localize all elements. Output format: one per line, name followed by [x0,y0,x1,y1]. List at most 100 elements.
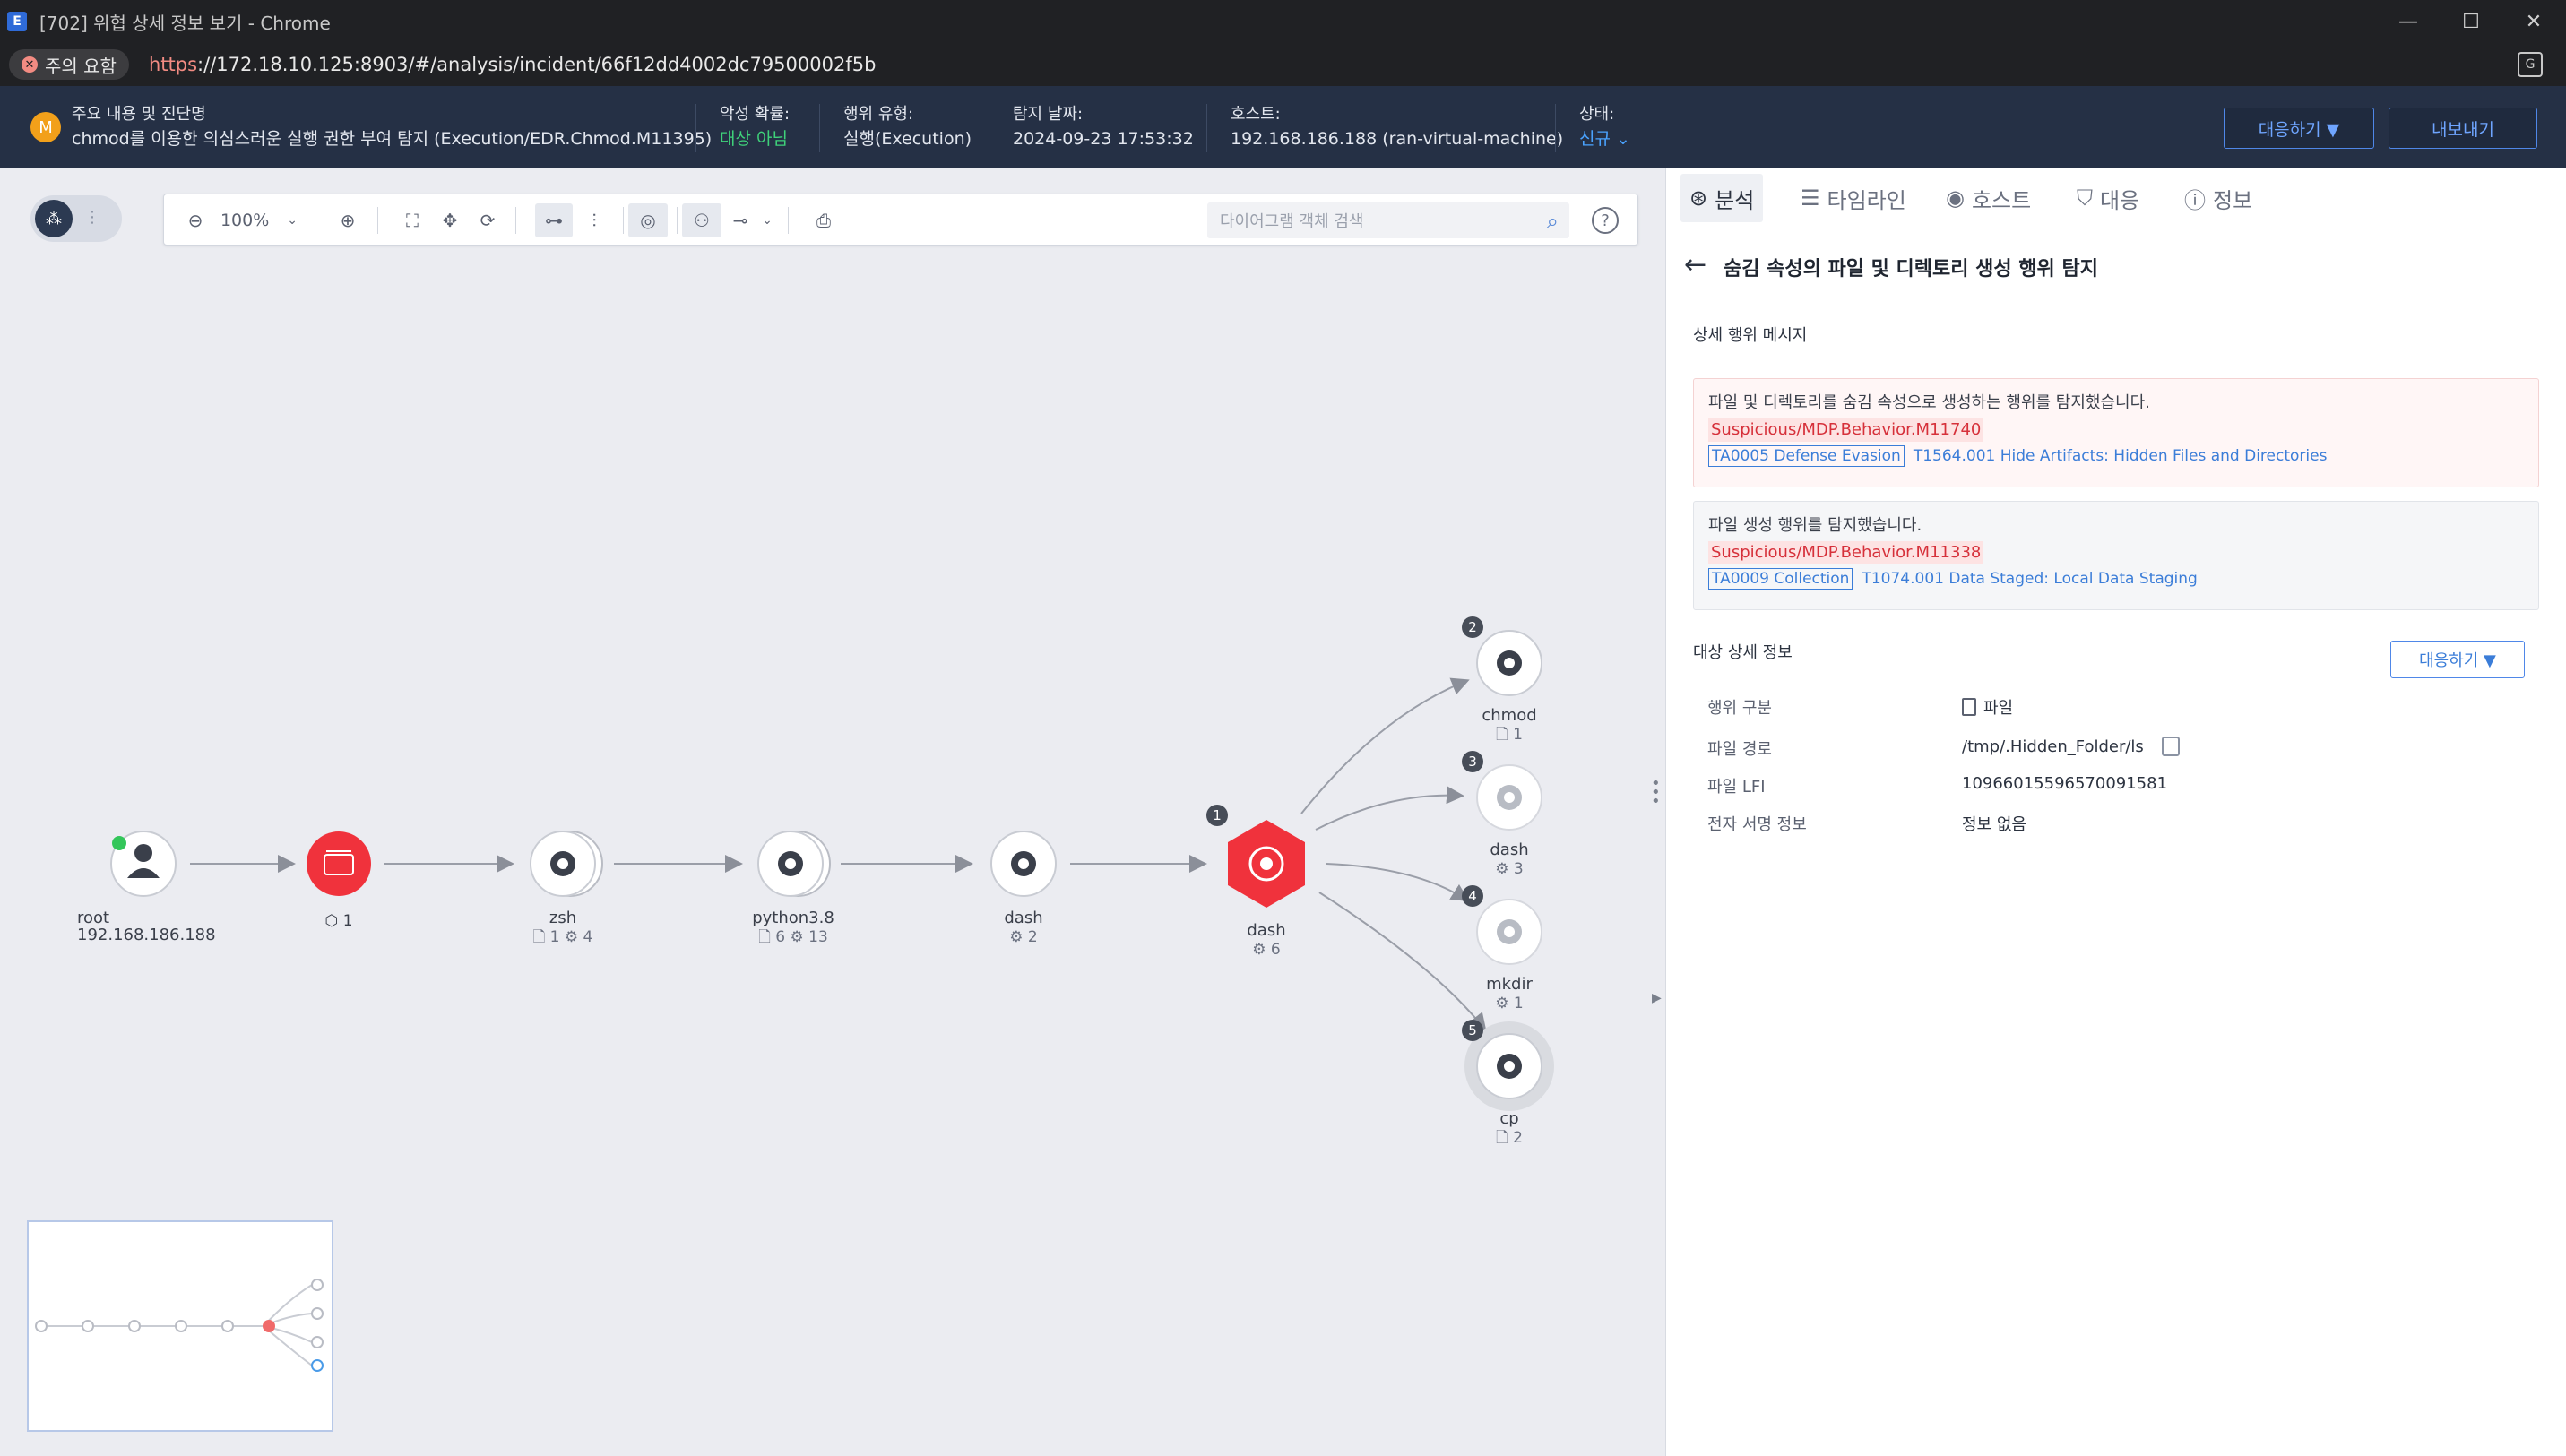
toolbar-divider [788,207,789,234]
tab-label: 대응 [2100,187,2140,213]
node-order-badge: 4 [1462,885,1483,907]
mitre-technique-link[interactable]: T1564.001 Hide Artifacts: Hidden Files a… [1914,447,2328,465]
node-sub: 🗋 6 ⚙ 13 [758,928,828,946]
group-icon[interactable]: ⚇ [682,203,721,237]
node-label: dash [1247,921,1286,940]
capture-icon[interactable]: ⎙ [808,203,840,237]
export-button[interactable]: 내보내기 [2389,108,2537,149]
title-bar: E [702] 위협 상세 정보 보기 - Chrome — ☐ ✕ [0,0,2566,43]
respond-button[interactable]: 대응하기 ▼ [2224,108,2374,149]
vertical-layout-icon[interactable]: ⫶ [576,203,612,237]
tab-timeline[interactable]: ☰ 타임라인 [1792,174,1915,222]
chevron-down-icon[interactable]: ⌄ [757,203,777,237]
node-sub: ⚙ 6 [1252,941,1281,959]
analysis-icon: ⊛ [1689,185,1708,211]
search-icon[interactable]: ⌕ [1547,209,1559,234]
header-divider [819,104,820,152]
messages-section-title: 상세 행위 메시지 [1693,326,1808,345]
node-dash-3 [1476,764,1542,831]
close-icon[interactable]: ✕ [2502,0,2565,43]
tab-label: 정보 [2213,187,2253,213]
message-text: 파일 생성 행위를 탐지했습니다. [1708,516,1922,535]
file-icon [1962,698,1976,716]
behavior-value: 실행(Execution) [843,129,972,149]
diagnosis-value: chmod를 이용한 의심스러운 실행 권한 부여 탐지 (Execution/… [72,129,713,149]
view-toggle[interactable]: ⁂ ⋮ [30,195,122,242]
security-warning-chip[interactable]: ✕ 주의 요함 [9,49,129,80]
panel-resize-handle[interactable]: • • • [1651,776,1661,810]
detail-value: 파일 [1962,695,2013,719]
detail-label: 파일 LFI [1707,778,1766,797]
search-placeholder: 다이어그램 객체 검색 [1220,212,1364,231]
mitre-tactic-link[interactable]: TA0009 Collection [1708,568,1853,590]
status-field[interactable]: 상태: 신규 ⌄ [1579,104,1630,152]
detail-value: /tmp/.Hidden_Folder/ls [1962,737,2180,756]
node-sub: 🗋 2 [1496,1129,1523,1147]
node-sub: ⚙ 3 [1495,860,1524,878]
overlap-icon[interactable]: ◎ [628,203,668,237]
tab-info[interactable]: ⓘ 정보 [2175,174,2261,222]
mitre-tactic-link[interactable]: TA0005 Defense Evasion [1708,445,1905,467]
minimize-icon[interactable]: — [2377,0,2440,43]
rule-name[interactable]: Suspicious/MDP.Behavior.M11338 [1708,541,1984,564]
horizontal-layout-icon[interactable]: ⊶ [535,203,573,237]
node-mkdir [1476,899,1542,965]
tab-host[interactable]: ◉ 호스트 [1937,174,2040,222]
node-root [110,831,177,897]
date-field: 탐지 날짜: 2024-09-23 17:53:32 [1013,104,1194,152]
tab-analysis[interactable]: ⊛ 분석 [1680,174,1764,222]
node-label: chmod [1482,706,1537,725]
tab-response[interactable]: ⛉ 대응 [2068,174,2148,222]
header-divider [1555,104,1556,152]
date-label: 탐지 날짜: [1013,105,1084,124]
date-value: 2024-09-23 17:53:32 [1013,129,1194,149]
diagram-search-input[interactable]: 다이어그램 객체 검색 ⌕ [1207,202,1569,238]
node-zsh [530,831,603,897]
info-icon: ⓘ [2184,187,2206,213]
edge-dash-chmod [1300,677,1470,814]
shield-icon: ⛉ [2077,185,2093,211]
host-label: 호스트: [1231,105,1281,124]
fit-screen-icon[interactable]: ⛶ [399,203,426,237]
back-arrow-icon[interactable]: ← [1684,249,1706,280]
help-icon[interactable]: ? [1592,207,1619,234]
expand-icon[interactable]: ⊸ [725,203,756,237]
url-path: ://172.18.10.125:8903/#/analysis/inciden… [197,54,877,75]
translate-icon[interactable]: G [2518,52,2543,77]
collapse-panel-icon[interactable]: ▶ [1652,991,1662,1005]
zoom-in-icon[interactable]: ⊕ [334,203,361,237]
target-respond-button[interactable]: 대응하기 ▼ [2390,641,2525,678]
malicious-field: 악성 확률: 대상 아님 [720,104,790,152]
status-value[interactable]: 신규 ⌄ [1579,125,1630,152]
behavior-field: 행위 유형: 실행(Execution) [843,104,972,152]
detail-label: 행위 구분 [1707,699,1772,718]
mitre-mapping: TA0009 Collection T1074.001 Data Staged:… [1708,568,2524,590]
copy-icon[interactable] [2161,737,2180,756]
url-field[interactable]: https://172.18.10.125:8903/#/analysis/in… [149,54,876,75]
process-graph-area[interactable]: ⁂ ⋮ ⊖ 100% ⌄ ⊕ ⛶ ✥ ⟳ ⊶ ⫶ ◎ ⚇ ⊸ ⌄ ⎙ 다이어그램 … [0,168,1665,1456]
graph-view-icon[interactable]: ⁂ [35,200,73,237]
mitre-technique-link[interactable]: T1074.001 Data Staged: Local Data Stagin… [1862,570,2197,588]
maximize-icon[interactable]: ☐ [2440,0,2502,43]
zoom-out-icon[interactable]: ⊖ [182,203,209,237]
host-icon: ◉ [1946,185,1965,211]
reset-icon[interactable]: ⟳ [474,203,501,237]
minimap[interactable] [27,1220,333,1432]
behavior-message: 파일 및 디렉토리를 숨김 속성으로 생성하는 행위를 탐지했습니다. Susp… [1693,378,2539,487]
toolbar-divider [377,207,378,234]
rule-name[interactable]: Suspicious/MDP.Behavior.M11740 [1708,418,1984,442]
behavior-label: 행위 유형: [843,105,914,124]
chevron-down-icon: ⌄ [287,213,298,228]
host-value: 192.168.186.188 (ran-virtual-machine) [1231,129,1564,149]
chevron-down-icon: ⌄ [1616,129,1630,149]
tab-label: 호스트 [1971,187,2032,213]
move-icon[interactable]: ✥ [436,203,463,237]
tree-view-icon[interactable]: ⋮ [84,208,100,227]
zoom-select[interactable]: 100% ⌄ [220,203,298,237]
node-label: dash [1004,909,1043,927]
app-icon: E [7,12,27,31]
toolbar-divider [515,207,516,234]
detail-value: 정보 없음 [1962,815,2026,834]
behavior-type-value: 파일 [1983,699,2014,718]
header-divider [695,104,696,152]
